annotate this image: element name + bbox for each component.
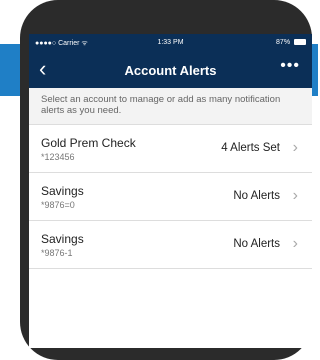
intro-text: Select an account to manage or add as ma… [29, 88, 312, 125]
account-name: Savings [41, 232, 84, 246]
account-row[interactable]: Savings *9876-1 No Alerts › [29, 221, 312, 269]
account-number: *9876=0 [41, 200, 75, 210]
battery-percent: 87% [276, 39, 291, 46]
chevron-right-icon: › [292, 187, 298, 204]
alert-status: No Alerts [233, 190, 280, 202]
chevron-right-icon: › [292, 235, 298, 252]
status-bar: ●●●●○ Carrier ᯤ 1:33 PM 87% [29, 34, 312, 52]
app-screen: ●●●●○ Carrier ᯤ 1:33 PM 87% ‹ Account Al… [29, 34, 312, 348]
battery-indicator: 87% [276, 39, 306, 46]
status-time: 1:33 PM [157, 39, 184, 46]
more-options-icon[interactable]: ••• [280, 57, 300, 75]
chevron-right-icon: › [292, 139, 298, 156]
account-name: Savings [41, 184, 84, 198]
battery-icon [294, 39, 306, 46]
alert-status: 4 Alerts Set [221, 142, 280, 154]
account-row[interactable]: Gold Prem Check *123456 4 Alerts Set › [29, 125, 312, 173]
account-name: Gold Prem Check [41, 136, 136, 150]
account-number: *9876-1 [41, 248, 73, 258]
account-row[interactable]: Savings *9876=0 No Alerts › [29, 173, 312, 221]
account-number: *123456 [41, 152, 75, 162]
nav-bar: ‹ Account Alerts ••• [29, 52, 312, 88]
alert-status: No Alerts [233, 238, 280, 250]
page-title: Account Alerts [124, 63, 217, 78]
